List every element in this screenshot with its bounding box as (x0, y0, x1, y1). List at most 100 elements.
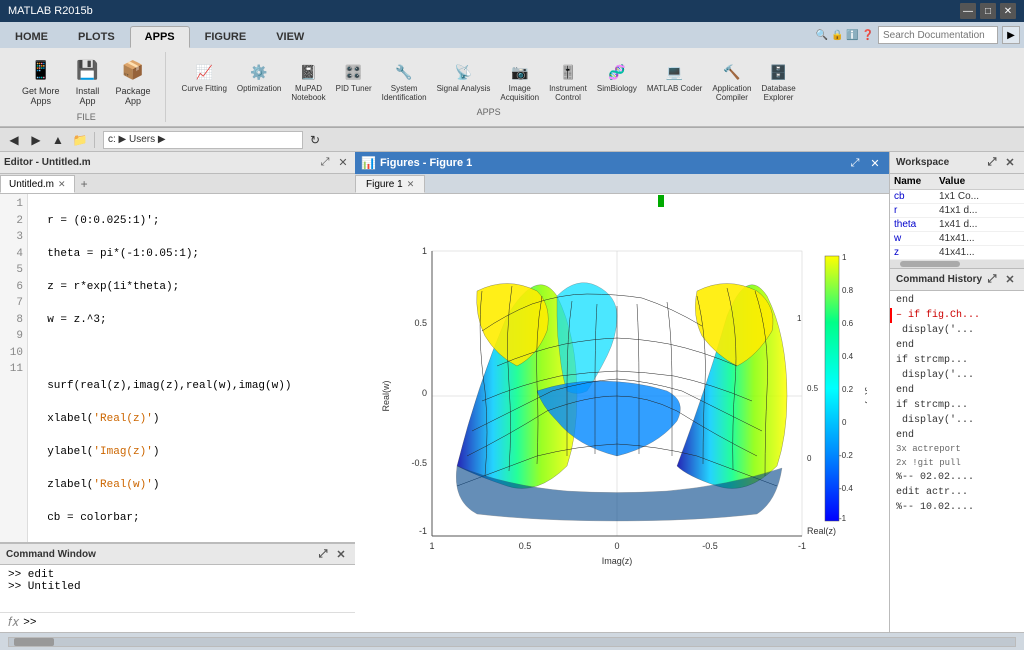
command-history-content: end – if fig.Ch... display('... end if s… (890, 291, 1024, 632)
signal-analysis-button[interactable]: 📡 Signal Analysis (433, 57, 495, 105)
package-app-button[interactable]: 📦 Package App (110, 52, 157, 110)
ch-item-5[interactable]: if strcmp... (890, 353, 1024, 368)
figure-tab-close[interactable]: ✕ (407, 179, 415, 190)
up-button[interactable]: ▲ (48, 130, 68, 150)
app-compiler-button[interactable]: 🔨 Application Compiler (708, 57, 755, 105)
editor-undock-button[interactable]: ⤢ (317, 155, 333, 171)
workspace-scrollbar[interactable] (890, 260, 1024, 268)
get-more-apps-button[interactable]: 📱 Get More Apps (16, 52, 66, 110)
ch-undock-button[interactable]: ⤢ (984, 272, 1000, 288)
ch-item-11[interactable]: 3x actreport (890, 443, 1024, 457)
editor-tab-add[interactable]: + (75, 175, 94, 193)
workspace-header: Workspace ⤢ ✕ (890, 152, 1024, 174)
cmd-close-button[interactable]: ✕ (333, 546, 349, 562)
figure-header: 📊 Figures - Figure 1 ⤢ ✕ (355, 152, 889, 174)
tab-plots[interactable]: PLOTS (63, 26, 130, 48)
ribbon: HOME PLOTS APPS FIGURE VIEW 🔍 🔒 ℹ️ ❓ ▶ 📱… (0, 22, 1024, 128)
matlab-coder-button[interactable]: 💻 MATLAB Coder (643, 57, 706, 105)
cmd-line-2: >> Untitled (8, 581, 347, 593)
tab-view[interactable]: VIEW (261, 26, 319, 48)
svg-text:0.2: 0.2 (842, 385, 854, 394)
instrument-control-button[interactable]: 🎚️ Instrument Control (545, 57, 591, 105)
ch-item-10[interactable]: end (890, 428, 1024, 443)
command-window-content[interactable]: >> edit >> Untitled (0, 565, 355, 612)
ch-item-4[interactable]: end (890, 338, 1024, 353)
command-prompt[interactable]: 𝑓𝑥 >> (0, 612, 355, 632)
mupad-button[interactable]: 📓 MuPAD Notebook (287, 57, 329, 105)
refresh-button[interactable]: ↻ (305, 130, 325, 150)
command-input[interactable] (37, 617, 348, 629)
package-app-icon: 📦 (119, 56, 147, 84)
ch-item-15[interactable]: %-- 10.02.... (890, 500, 1024, 515)
workspace-undock-button[interactable]: ⤢ (984, 155, 1000, 171)
forward-button[interactable]: ▶ (26, 130, 46, 150)
editor-tab-close[interactable]: ✕ (58, 179, 66, 190)
close-button[interactable]: ✕ (1000, 3, 1016, 19)
ch-item-8[interactable]: if strcmp... (890, 398, 1024, 413)
ch-item-6[interactable]: display('... (890, 368, 1024, 383)
tab-apps[interactable]: APPS (130, 26, 190, 48)
svg-text:0: 0 (614, 541, 619, 551)
curve-fitting-button[interactable]: 📈 Curve Fitting (178, 57, 231, 105)
ws-row-r[interactable]: r 41x1 d... (890, 204, 1024, 218)
ch-item-12[interactable]: 2x !git pull (890, 457, 1024, 471)
browse-button[interactable]: 📁 (70, 130, 90, 150)
editor-tab-untitled[interactable]: Untitled.m ✕ (0, 175, 75, 193)
code-editor[interactable]: 1 2 3 4 5 6 7 8 9 10 11 r = (0:0.025:1)'… (0, 194, 355, 542)
install-app-button[interactable]: 💾 Install App (68, 52, 108, 110)
workspace-close-button[interactable]: ✕ (1002, 155, 1018, 171)
cmd-undock-button[interactable]: ⤢ (315, 546, 331, 562)
pid-tuner-button[interactable]: 🎛️ PID Tuner (332, 57, 376, 105)
path-bar[interactable]: c: ▶ Users ▶ (103, 131, 303, 149)
code-line-5 (34, 345, 349, 362)
ch-item-3[interactable]: display('... (890, 323, 1024, 338)
search-button[interactable]: ▶ (1002, 26, 1020, 44)
ch-close-button[interactable]: ✕ (1002, 272, 1018, 288)
minimize-button[interactable]: — (960, 3, 976, 19)
ch-item-2[interactable]: – if fig.Ch... (890, 308, 1024, 323)
optimization-button[interactable]: ⚙️ Optimization (233, 57, 285, 105)
path-text: c: ▶ Users ▶ (108, 134, 166, 145)
ws-row-theta[interactable]: theta 1x41 d... (890, 218, 1024, 232)
figure-title: Figures - Figure 1 (380, 157, 843, 169)
ws-row-w[interactable]: w 41x41... (890, 232, 1024, 246)
ch-item-7[interactable]: end (890, 383, 1024, 398)
svg-text:-1: -1 (419, 526, 427, 536)
svg-text:-0.2: -0.2 (839, 451, 853, 460)
editor-close-button[interactable]: ✕ (335, 155, 351, 171)
figure-tab-1[interactable]: Figure 1 ✕ (355, 175, 425, 193)
maximize-button[interactable]: □ (980, 3, 996, 19)
ribbon-group-apps: 📈 Curve Fitting ⚙️ Optimization 📓 MuPAD … (170, 57, 808, 117)
figure-undock-button[interactable]: ⤢ (847, 155, 863, 171)
ch-item-14[interactable]: edit actr... (890, 485, 1024, 500)
ws-row-z[interactable]: z 41x41... (890, 246, 1024, 260)
h-scrollbar[interactable] (8, 637, 1016, 647)
statusbar (0, 632, 1024, 650)
code-line-8: ylabel('Imag(z)') (34, 444, 349, 461)
ch-item-1[interactable]: end (890, 293, 1024, 308)
simbiology-button[interactable]: 🧬 SimBiology (593, 57, 641, 105)
svg-text:-0.5: -0.5 (411, 458, 427, 468)
tab-home[interactable]: HOME (0, 26, 63, 48)
image-acquisition-button[interactable]: 📷 Image Acquisition (496, 57, 543, 105)
code-line-3: z = r*exp(1i*theta); (34, 279, 349, 296)
figure-canvas: 1 0.5 0 -0.5 -1 Real(w) 1 0.5 0 -0.5 -1 … (355, 194, 889, 632)
search-input[interactable] (878, 26, 998, 44)
workspace-scroll-thumb[interactable] (900, 261, 960, 267)
workspace-col-header: Name Value (890, 174, 1024, 190)
pid-tuner-icon: 🎛️ (342, 60, 366, 84)
right-panel: Workspace ⤢ ✕ Name Value cb 1x1 Co... r … (890, 152, 1024, 632)
command-window-area: Command Window ⤢ ✕ >> edit >> Untitled 𝑓… (0, 542, 355, 632)
ch-item-9[interactable]: display('... (890, 413, 1024, 428)
figure-close-button[interactable]: ✕ (867, 155, 883, 171)
ch-item-13[interactable]: %-- 02.02.... (890, 470, 1024, 485)
database-explorer-icon: 🗄️ (767, 60, 791, 84)
line-numbers: 1 2 3 4 5 6 7 8 9 10 11 (0, 194, 28, 542)
h-scroll-thumb[interactable] (14, 638, 54, 646)
tab-figure[interactable]: FIGURE (190, 26, 262, 48)
sys-id-button[interactable]: 🔧 System Identification (378, 57, 431, 105)
svg-text:Imag(z): Imag(z) (602, 556, 633, 566)
database-explorer-button[interactable]: 🗄️ Database Explorer (757, 57, 799, 105)
back-button[interactable]: ◀ (4, 130, 24, 150)
ws-row-cb[interactable]: cb 1x1 Co... (890, 190, 1024, 204)
